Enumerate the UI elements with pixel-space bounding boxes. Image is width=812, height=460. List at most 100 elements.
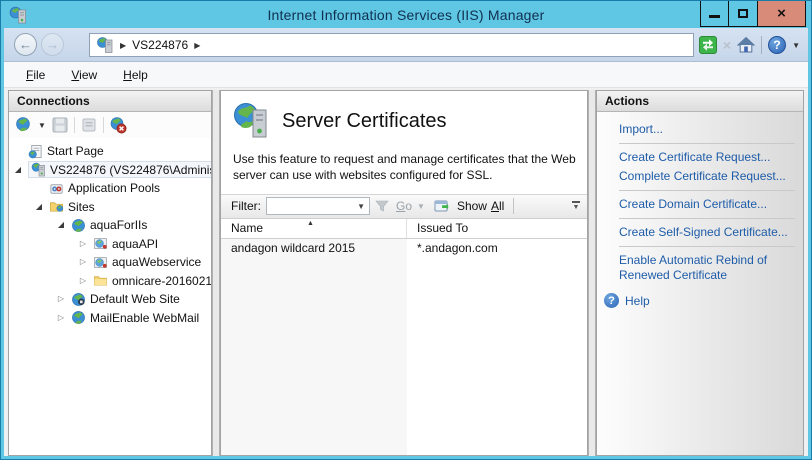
- actions-divider: [619, 246, 795, 247]
- create-connection-dropdown-icon[interactable]: ▼: [38, 121, 46, 130]
- breadcrumb-separator-icon: ▶: [194, 41, 200, 50]
- action-help[interactable]: ? Help: [603, 293, 797, 308]
- address-bar-actions: × ? ▼: [699, 33, 800, 57]
- certificate-row[interactable]: andagon wildcard 2015 *.andagon.com: [221, 239, 587, 258]
- actions-divider: [619, 218, 795, 219]
- save-connection-icon[interactable]: [51, 116, 69, 134]
- right-splitter[interactable]: [588, 90, 596, 456]
- action-create-domain-certificate[interactable]: Create Domain Certificate...: [619, 195, 797, 214]
- help-dropdown-icon[interactable]: ▼: [792, 41, 800, 50]
- close-icon: ×: [777, 6, 786, 21]
- tree-item-label: Start Page: [47, 144, 104, 158]
- show-all-label-2: All: [491, 199, 504, 213]
- application-pools-icon: [49, 181, 64, 196]
- forward-button[interactable]: →: [41, 33, 64, 56]
- back-button[interactable]: ←: [14, 33, 37, 56]
- tree-item-sites[interactable]: Sites: [9, 198, 211, 217]
- help-icon[interactable]: ?: [768, 36, 786, 54]
- action-create-certificate-request[interactable]: Create Certificate Request...: [619, 148, 797, 167]
- go-button[interactable]: Go: [396, 199, 412, 213]
- server-icon: [31, 162, 46, 177]
- window-title: Internet Information Services (IIS) Mana…: [1, 7, 811, 23]
- connections-toolbar: ▼: [9, 112, 211, 138]
- site-globe-icon: [71, 218, 86, 233]
- delete-connection-icon[interactable]: [109, 116, 127, 134]
- tree-item-start-page[interactable]: Start Page: [9, 142, 211, 161]
- action-complete-certificate-request[interactable]: Complete Certificate Request...: [619, 167, 797, 186]
- toolbar-overflow-button[interactable]: ▼: [569, 201, 583, 211]
- menu-file[interactable]: File: [14, 65, 57, 85]
- tree-item-application-pools[interactable]: Application Pools: [9, 179, 211, 198]
- filter-input[interactable]: ▼: [266, 197, 370, 215]
- tree-item-default-web-site[interactable]: Default Web Site: [9, 290, 211, 309]
- filter-toolbar: Filter: ▼ Go ▼ Show: [221, 194, 587, 219]
- actions-list: Import... Create Certificate Request... …: [597, 112, 803, 455]
- action-import[interactable]: Import...: [619, 120, 797, 139]
- certificate-name: andagon wildcard 2015: [221, 241, 407, 255]
- tree-item-aquaforiis[interactable]: aquaForIIs: [9, 216, 211, 235]
- feature-description: Use this feature to request and manage c…: [221, 142, 603, 192]
- toolbar-separator: [74, 117, 75, 133]
- expander-icon[interactable]: [77, 240, 89, 248]
- tree-item-label: MailEnable WebMail: [90, 311, 199, 325]
- sort-ascending-icon: ▲: [307, 220, 314, 227]
- tree-item-server[interactable]: VS224876 (VS224876\Administ: [9, 161, 211, 180]
- web-application-icon: [93, 236, 108, 251]
- toolbar-separator: [103, 117, 104, 133]
- create-connection-icon[interactable]: [15, 116, 33, 134]
- certificates-list: andagon wildcard 2015 *.andagon.com: [221, 239, 587, 455]
- feature-header: Server Certificates: [221, 91, 587, 142]
- menu-help[interactable]: Help: [111, 65, 160, 85]
- tree-item-omnicare-folder[interactable]: omnicare-20160219: [9, 272, 211, 291]
- expander-icon[interactable]: [12, 166, 24, 174]
- breadcrumb-server[interactable]: VS224876: [132, 38, 188, 52]
- stop-icon[interactable]: ×: [723, 37, 731, 53]
- minimize-button[interactable]: [700, 1, 729, 27]
- show-all-button[interactable]: Show All: [457, 199, 504, 213]
- column-name-label: Name: [231, 221, 263, 235]
- certificate-issued-to: *.andagon.com: [407, 241, 587, 255]
- connections-header: Connections: [9, 91, 211, 112]
- left-splitter[interactable]: [212, 90, 220, 456]
- window-controls: ×: [700, 1, 806, 28]
- up-level-icon[interactable]: [80, 116, 98, 134]
- actions-divider: [619, 143, 795, 144]
- maximize-icon: [738, 9, 748, 18]
- go-dropdown-icon[interactable]: ▼: [417, 202, 425, 211]
- show-all-label-1: Show: [457, 199, 487, 213]
- expander-icon[interactable]: [55, 314, 67, 322]
- overflow-caret-icon: ▼: [573, 204, 580, 211]
- navigation-buttons: ← →: [14, 33, 64, 56]
- start-page-icon: [28, 144, 43, 159]
- refresh-icon[interactable]: [699, 36, 717, 54]
- folder-icon: [93, 273, 108, 288]
- home-icon[interactable]: [737, 36, 755, 54]
- menu-view[interactable]: View: [59, 65, 109, 85]
- breadcrumb[interactable]: ▶ VS224876 ▶: [89, 33, 694, 57]
- tree-item-mailenable-webmail[interactable]: MailEnable WebMail: [9, 309, 211, 328]
- expander-icon[interactable]: [33, 203, 45, 211]
- web-application-icon: [93, 255, 108, 270]
- tree-item-aquaapi[interactable]: aquaAPI: [9, 235, 211, 254]
- expander-icon[interactable]: [55, 221, 67, 229]
- menu-bar: File View Help: [4, 62, 808, 88]
- connections-tree: Start Page: [9, 138, 211, 455]
- action-enable-automatic-rebind[interactable]: Enable Automatic Rebind of Renewed Certi…: [619, 251, 797, 285]
- maximize-button[interactable]: [729, 1, 758, 27]
- toolbar-separator: [761, 36, 762, 54]
- selected-node[interactable]: VS224876 (VS224876\Administ: [28, 161, 211, 178]
- expander-icon[interactable]: [77, 277, 89, 285]
- expander-icon[interactable]: [55, 295, 67, 303]
- column-header-issued-to[interactable]: Issued To: [407, 219, 587, 238]
- site-globe-icon: [71, 310, 86, 325]
- action-create-self-signed-certificate[interactable]: Create Self-Signed Certificate...: [619, 223, 797, 242]
- tree-item-aquawebservice[interactable]: aquaWebservice: [9, 253, 211, 272]
- filter-funnel-icon: [375, 199, 389, 213]
- close-button[interactable]: ×: [758, 1, 806, 27]
- feature-panel: Server Certificates Use this feature to …: [220, 90, 588, 456]
- site-stopped-icon: [71, 292, 86, 307]
- list-header: Name ▲ Issued To: [221, 219, 587, 239]
- expander-icon[interactable]: [77, 258, 89, 266]
- combo-dropdown-icon[interactable]: ▼: [357, 202, 365, 211]
- column-header-name[interactable]: Name ▲: [221, 219, 407, 238]
